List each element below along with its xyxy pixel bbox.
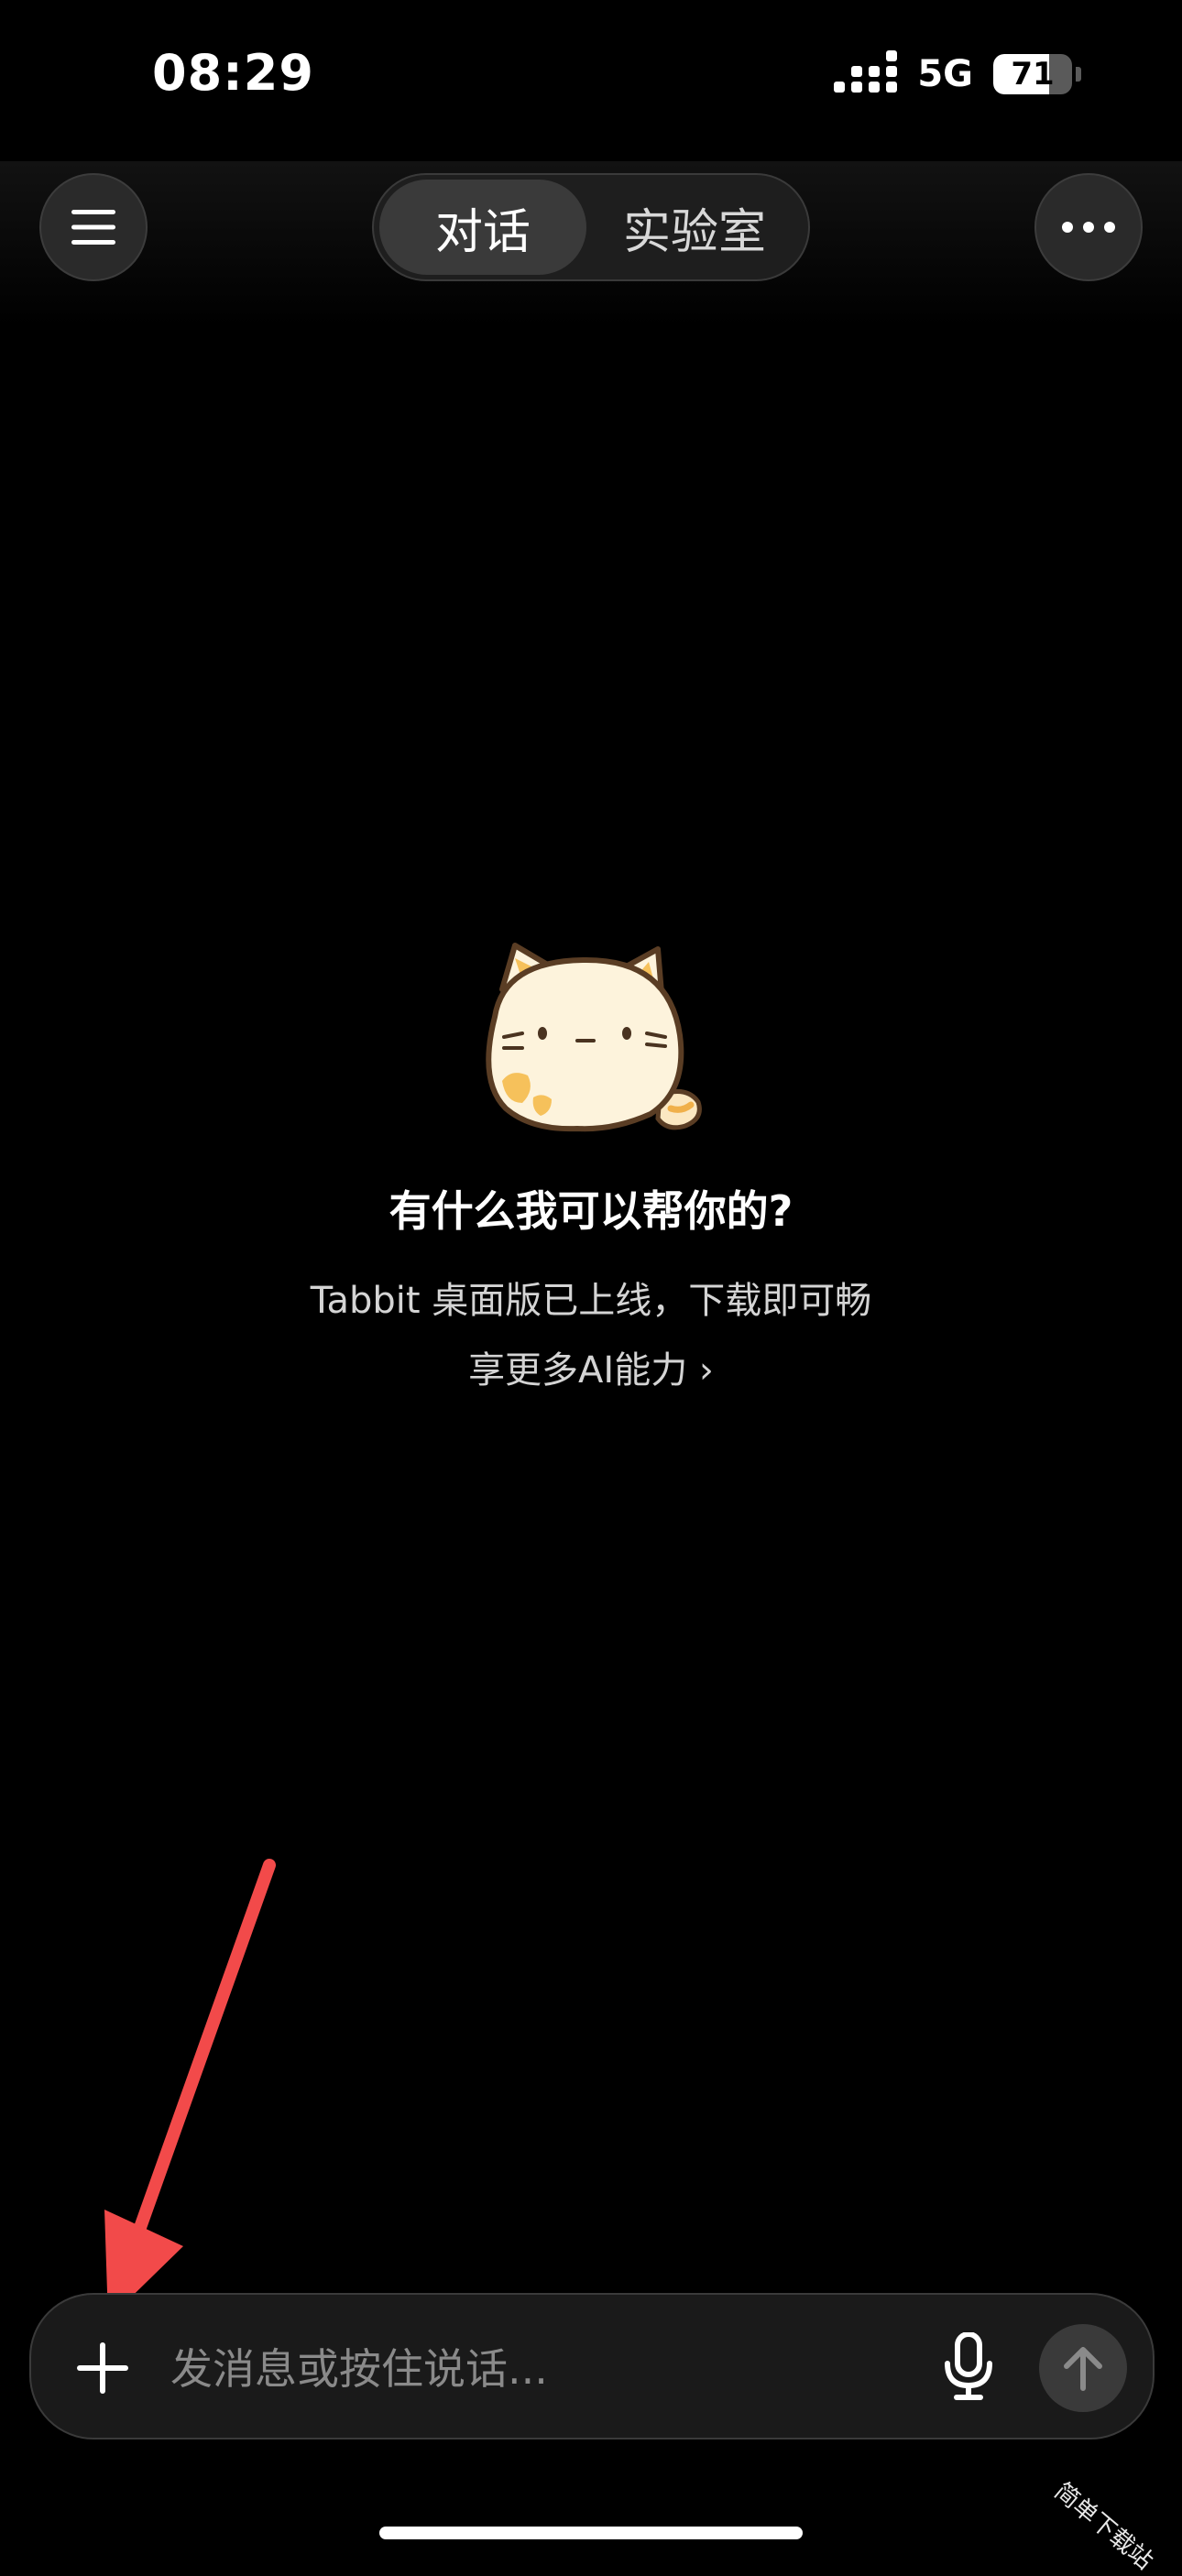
watermark-text: 简单下载站	[1048, 2477, 1158, 2576]
status-time: 08:29	[152, 44, 314, 102]
voice-input-button[interactable]	[927, 2326, 1010, 2408]
plus-icon	[77, 2342, 128, 2394]
add-attachment-button[interactable]	[64, 2330, 141, 2407]
arrow-up-icon	[1064, 2347, 1102, 2391]
message-composer	[29, 2293, 1155, 2440]
more-dots-icon	[1062, 222, 1115, 233]
cellular-signal-icon	[834, 50, 898, 93]
send-button[interactable]	[1039, 2324, 1127, 2412]
promo-line-1: Tabbit 桌面版已上线，下载即可畅	[310, 1280, 872, 1322]
microphone-icon	[945, 2332, 992, 2400]
status-bar: 08:29 5G 71	[0, 0, 1182, 161]
tab-chat[interactable]: 对话	[379, 180, 586, 275]
welcome-headline: 有什么我可以帮你的?	[389, 1186, 793, 1236]
promo-line-2: 享更多AI能力 ›	[468, 1349, 714, 1392]
more-button[interactable]	[1034, 173, 1143, 281]
battery-percent: 71	[1011, 56, 1055, 93]
cat-mascot-icon	[486, 943, 702, 1132]
hamburger-menu-icon	[71, 210, 115, 245]
message-input[interactable]	[169, 2331, 905, 2407]
home-indicator[interactable]	[379, 2527, 803, 2539]
tab-lab[interactable]: 实验室	[586, 180, 803, 275]
status-indicators: 5G 71	[834, 50, 1081, 95]
battery-cap	[1076, 67, 1081, 82]
mode-switcher: 对话 实验室	[372, 173, 810, 281]
battery-icon: 71	[993, 54, 1072, 94]
menu-button[interactable]	[39, 173, 148, 281]
network-type: 5G	[917, 53, 973, 95]
desktop-promo-link[interactable]: Tabbit 桌面版已上线，下载即可畅 享更多AI能力 ›	[266, 1266, 916, 1405]
